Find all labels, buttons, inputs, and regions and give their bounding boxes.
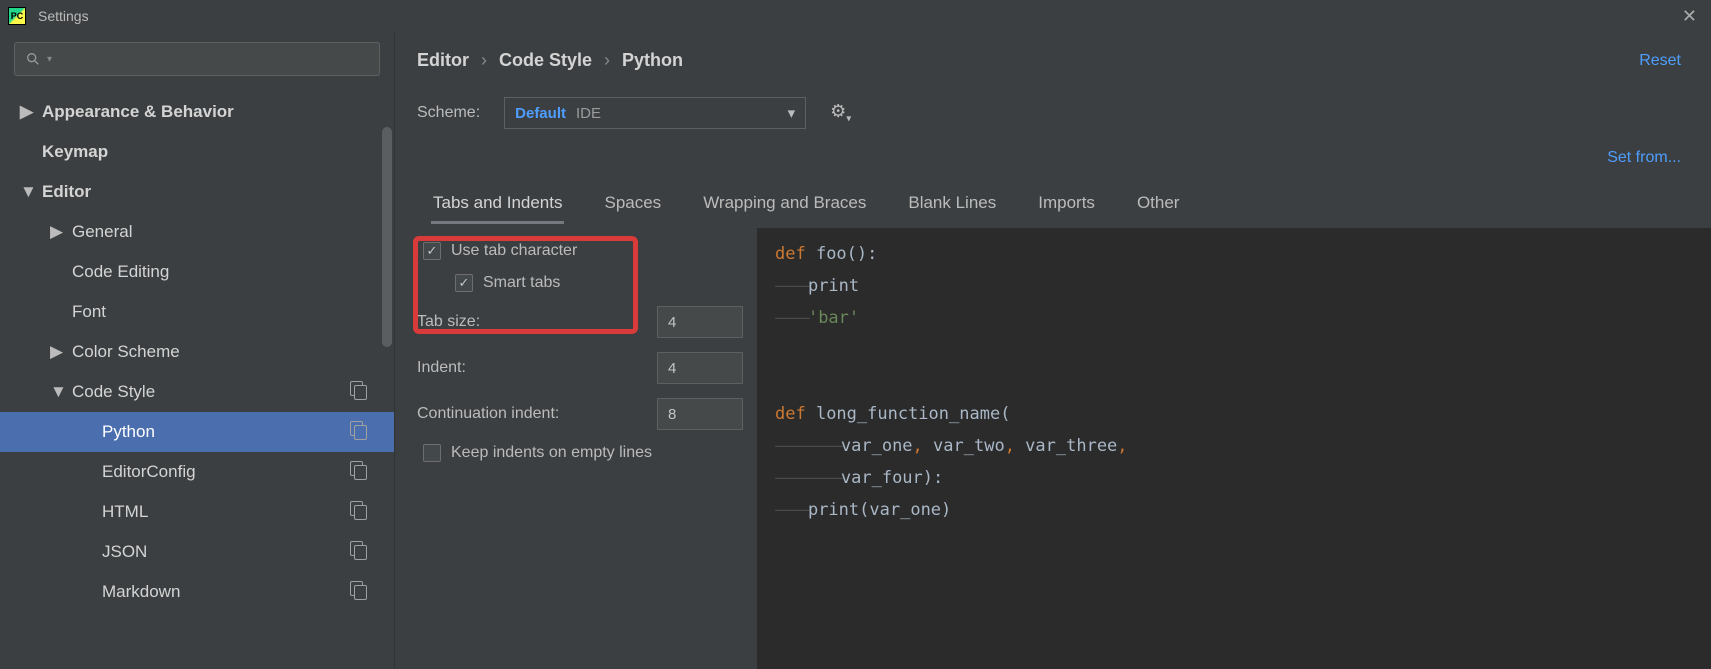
sidebar-item-label: Keymap (42, 142, 108, 162)
chevron-down-icon: ▼ (20, 182, 34, 202)
sidebar-item-label: Font (72, 302, 106, 322)
sidebar-item-code-style[interactable]: ▼ Code Style (0, 372, 394, 412)
sidebar-item-editorconfig[interactable]: EditorConfig (0, 452, 394, 492)
continuation-indent-label: Continuation indent: (417, 405, 559, 423)
scheme-selected-name: Default (515, 105, 566, 122)
sidebar-item-label: Editor (42, 182, 91, 202)
sidebar-item-markdown[interactable]: Markdown (0, 572, 394, 612)
tab-other[interactable]: Other (1135, 185, 1182, 224)
sidebar-item-font[interactable]: Font (0, 292, 394, 332)
breadcrumb-separator-icon: › (604, 50, 610, 71)
code-line: def foo(): (775, 238, 1693, 270)
scheme-switcher-icon[interactable] (350, 501, 368, 524)
settings-sidebar: ▾ ▶ Appearance & Behavior Keymap ▼ Editor ▶ Ge… (0, 32, 395, 669)
scheme-switcher-icon[interactable] (350, 541, 368, 564)
code-line: ————print(var_one) (775, 494, 1693, 526)
tab-imports[interactable]: Imports (1036, 185, 1097, 224)
code-line (775, 366, 1693, 398)
tab-spaces[interactable]: Spaces (602, 185, 663, 224)
sidebar-item-label: Python (102, 422, 155, 442)
sidebar-item-label: General (72, 222, 132, 242)
sidebar-item-label: Color Scheme (72, 342, 180, 362)
scheme-switcher-icon[interactable] (350, 381, 368, 404)
tabs-indents-form: Use tab character Smart tabs Tab size: I… (417, 228, 757, 669)
code-line: ————————var_one, var_two, var_three, (775, 430, 1693, 462)
set-from-link[interactable]: Set from... (1607, 149, 1681, 166)
chevron-down-icon: ▾ (788, 104, 796, 122)
code-line: ————print (775, 270, 1693, 302)
sidebar-item-label: Code Editing (72, 262, 169, 282)
code-line: def long_function_name( (775, 398, 1693, 430)
scheme-switcher-icon[interactable] (350, 581, 368, 604)
window-title: Settings (38, 8, 89, 24)
search-icon (25, 51, 41, 67)
tab-size-input[interactable] (657, 306, 743, 338)
smart-tabs-label: Smart tabs (483, 274, 560, 292)
code-line: ————'bar' (775, 302, 1693, 334)
settings-tree: ▶ Appearance & Behavior Keymap ▼ Editor ▶ Gene… (0, 86, 394, 669)
breadcrumb-item[interactable]: Editor (417, 50, 469, 71)
tab-size-label: Tab size: (417, 313, 480, 331)
code-preview: def foo():————print————'bar' def long_fu… (757, 228, 1711, 669)
scheme-dropdown[interactable]: Default IDE ▾ (504, 97, 806, 129)
chevron-right-icon: ▶ (20, 102, 34, 122)
close-icon[interactable]: ✕ (1676, 6, 1703, 27)
use-tab-character-checkbox[interactable] (423, 242, 441, 260)
keep-indents-label: Keep indents on empty lines (451, 444, 652, 462)
sidebar-item-html[interactable]: HTML (0, 492, 394, 532)
reset-link[interactable]: Reset (1639, 52, 1681, 70)
code-line: ————————var_four): (775, 462, 1693, 494)
chevron-right-icon: ▶ (50, 342, 64, 362)
titlebar: PC Settings ✕ (0, 0, 1711, 32)
sidebar-item-editor[interactable]: ▼ Editor (0, 172, 394, 212)
scheme-label: Scheme: (417, 104, 480, 122)
tab-blank-lines[interactable]: Blank Lines (906, 185, 998, 224)
sidebar-item-label: Markdown (102, 582, 180, 602)
breadcrumb: Editor › Code Style › Python (417, 50, 683, 71)
scheme-switcher-icon[interactable] (350, 461, 368, 484)
sidebar-item-label: HTML (102, 502, 148, 522)
indent-label: Indent: (417, 359, 466, 377)
sidebar-scrollbar[interactable] (380, 87, 394, 669)
scheme-switcher-icon[interactable] (350, 421, 368, 444)
sidebar-item-label: Appearance & Behavior (42, 102, 234, 122)
code-line (775, 334, 1693, 366)
gear-icon[interactable]: ⚙▾ (830, 101, 851, 125)
app-icon: PC (8, 7, 26, 25)
sidebar-item-label: Code Style (72, 382, 155, 402)
sidebar-item-code-editing[interactable]: Code Editing (0, 252, 394, 292)
tab-tabs-and-indents[interactable]: Tabs and Indents (431, 185, 564, 224)
sidebar-item-appearance-behavior[interactable]: ▶ Appearance & Behavior (0, 92, 394, 132)
smart-tabs-checkbox[interactable] (455, 274, 473, 292)
breadcrumb-separator-icon: › (481, 50, 487, 71)
sidebar-item-label: EditorConfig (102, 462, 196, 482)
code-style-tabs: Tabs and Indents Spaces Wrapping and Brace… (417, 185, 1711, 224)
indent-input[interactable] (657, 352, 743, 384)
sidebar-item-color-scheme[interactable]: ▶ Color Scheme (0, 332, 394, 372)
breadcrumb-item[interactable]: Python (622, 50, 683, 71)
chevron-down-icon: ▼ (50, 382, 64, 402)
continuation-indent-input[interactable] (657, 398, 743, 430)
settings-content: Editor › Code Style › Python Reset Scheme: D… (395, 32, 1711, 669)
scheme-selected-scope: IDE (576, 105, 601, 122)
sidebar-item-label: JSON (102, 542, 147, 562)
sidebar-item-json[interactable]: JSON (0, 532, 394, 572)
sidebar-item-keymap[interactable]: Keymap (0, 132, 394, 172)
chevron-right-icon: ▶ (50, 222, 64, 242)
keep-indents-checkbox[interactable] (423, 444, 441, 462)
sidebar-item-general[interactable]: ▶ General (0, 212, 394, 252)
tab-wrapping-and-braces[interactable]: Wrapping and Braces (701, 185, 868, 224)
use-tab-character-label: Use tab character (451, 242, 577, 260)
sidebar-item-python[interactable]: Python (0, 412, 394, 452)
breadcrumb-item[interactable]: Code Style (499, 50, 592, 71)
search-input[interactable]: ▾ (14, 42, 380, 76)
